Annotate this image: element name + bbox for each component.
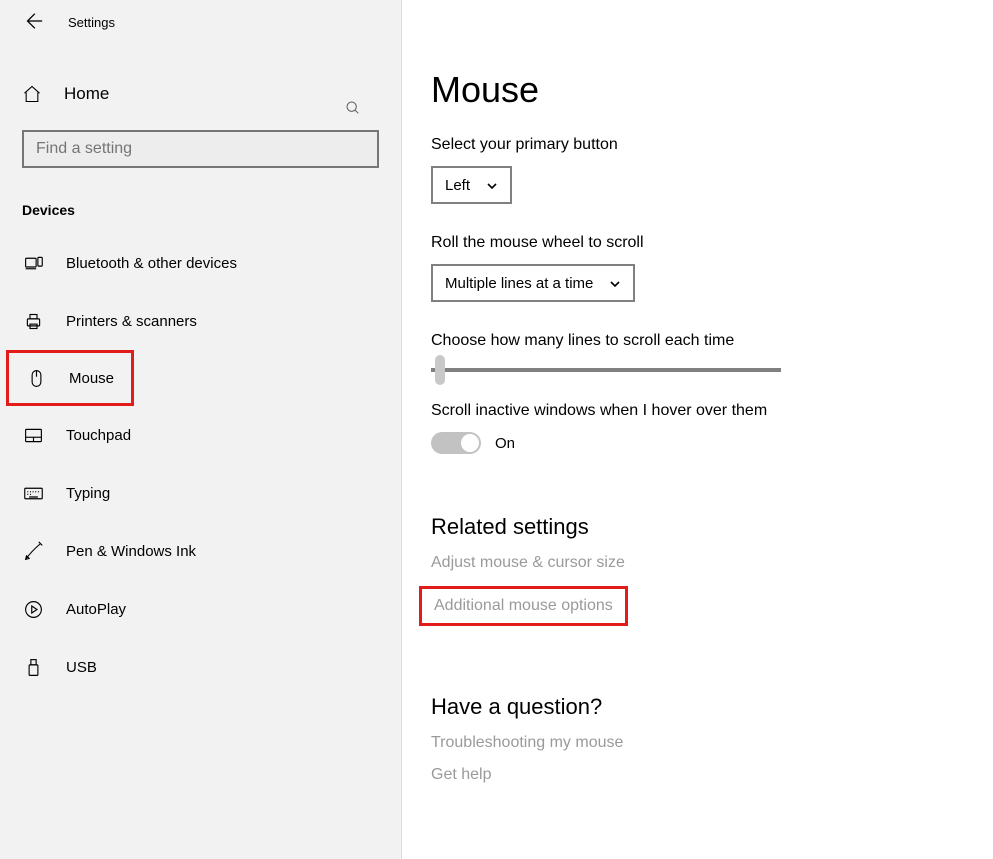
devices-icon (22, 252, 44, 274)
window-title: Settings (68, 15, 115, 30)
slider-thumb[interactable] (435, 355, 445, 385)
toggle-knob (461, 434, 479, 452)
wheel-scroll-label: Roll the mouse wheel to scroll (431, 234, 967, 252)
help-title: Have a question? (431, 694, 967, 720)
primary-button-label: Select your primary button (431, 136, 967, 154)
wheel-scroll-value: Multiple lines at a time (445, 275, 593, 292)
primary-button-value: Left (445, 177, 470, 194)
lines-scroll-slider[interactable] (431, 368, 781, 372)
related-settings-title: Related settings (431, 514, 967, 540)
back-icon[interactable] (22, 10, 44, 35)
link-get-help[interactable]: Get help (431, 766, 967, 784)
sidebar-item-autoplay[interactable]: AutoPlay (0, 580, 401, 638)
sidebar-item-label: Bluetooth & other devices (66, 255, 237, 272)
inactive-scroll-toggle[interactable] (431, 432, 481, 454)
mouse-icon (25, 367, 47, 389)
inactive-scroll-value: On (495, 435, 515, 452)
sidebar-item-label: USB (66, 659, 97, 676)
inactive-scroll-label: Scroll inactive windows when I hover ove… (431, 402, 967, 420)
autoplay-icon (22, 598, 44, 620)
keyboard-icon (22, 482, 44, 504)
sidebar-home-label: Home (64, 84, 109, 104)
sidebar-item-typing[interactable]: Typing (0, 464, 401, 522)
main-panel: Mouse Select your primary button Left Ro… (403, 0, 993, 859)
sidebar-item-mouse[interactable]: Mouse (6, 350, 134, 406)
chevron-down-icon (486, 179, 498, 191)
primary-button-select[interactable]: Left (431, 166, 512, 204)
sidebar-item-touchpad[interactable]: Touchpad (0, 406, 401, 464)
chevron-down-icon (609, 277, 621, 289)
sidebar-item-usb[interactable]: USB (0, 638, 401, 696)
sidebar-item-label: AutoPlay (66, 601, 126, 618)
page-title: Mouse (431, 72, 967, 108)
sidebar-item-printers[interactable]: Printers & scanners (0, 292, 401, 350)
usb-icon (22, 656, 44, 678)
home-icon (22, 84, 42, 104)
sidebar-item-label: Pen & Windows Ink (66, 543, 196, 560)
link-additional-mouse-options[interactable]: Additional mouse options (419, 586, 628, 626)
wheel-scroll-select[interactable]: Multiple lines at a time (431, 264, 635, 302)
sidebar-home[interactable]: Home (0, 66, 401, 122)
sidebar-group-title: Devices (0, 202, 401, 218)
sidebar-search-wrap (0, 130, 401, 168)
search-input[interactable] (22, 130, 379, 168)
sidebar: Settings Home Devices Bluetooth & other … (0, 0, 402, 859)
sidebar-item-label: Touchpad (66, 427, 131, 444)
sidebar-item-label: Printers & scanners (66, 313, 197, 330)
touchpad-icon (22, 424, 44, 446)
printer-icon (22, 310, 44, 332)
pen-icon (22, 540, 44, 562)
sidebar-item-bluetooth[interactable]: Bluetooth & other devices (0, 234, 401, 292)
link-troubleshoot[interactable]: Troubleshooting my mouse (431, 734, 967, 752)
window-header: Settings (0, 0, 401, 44)
sidebar-item-label: Typing (66, 485, 110, 502)
sidebar-item-label: Mouse (69, 370, 114, 387)
lines-scroll-label: Choose how many lines to scroll each tim… (431, 332, 967, 350)
link-adjust-cursor[interactable]: Adjust mouse & cursor size (431, 554, 967, 572)
sidebar-item-pen[interactable]: Pen & Windows Ink (0, 522, 401, 580)
